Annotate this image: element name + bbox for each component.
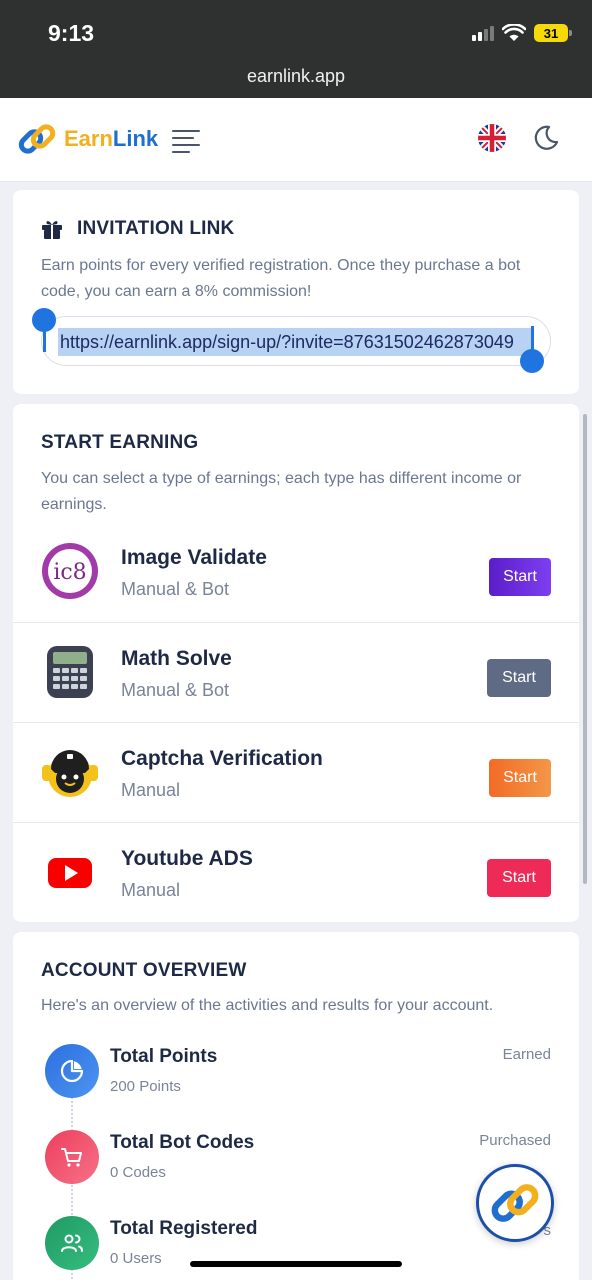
earning-description: You can select a type of earnings; each … (41, 470, 522, 513)
stat-unit: Users (122, 1250, 162, 1267)
start-earning-card: START EARNING You can select a type of e… (13, 404, 579, 922)
status-icons: 31 (472, 24, 572, 42)
earning-item-mode: Manual (121, 880, 181, 900)
stat-value: 0 Codes (110, 1164, 166, 1181)
logo[interactable]: EarnLink (16, 118, 158, 160)
floating-chain-link-button[interactable] (476, 1164, 554, 1242)
start-math-solve-button[interactable]: Start (487, 659, 551, 697)
stat-tag: Earned (502, 1046, 551, 1063)
earning-item-name: Image Validate (121, 546, 267, 569)
invitation-card: INVITATION LINK Earn points for every ve… (13, 190, 579, 394)
invitation-link-value: https://earnlink.app/sign-up/?invite=876… (60, 332, 514, 352)
selection-end-handle[interactable] (520, 349, 544, 373)
stat-name: Total Registered (110, 1218, 258, 1239)
stat-number: 200 (110, 1078, 136, 1095)
gift-icon (42, 221, 62, 239)
invitation-title-row: INVITATION LINK (41, 218, 234, 240)
uk-flag-icon[interactable] (478, 124, 506, 152)
logo-text: EarnLink (64, 126, 158, 152)
earning-item-name: Youtube ADS (121, 847, 253, 870)
earning-item-name: Captcha Verification (121, 747, 323, 770)
earning-item-math-solve: Math Solve Manual & Bot Start (13, 622, 579, 722)
robot-icon (41, 743, 99, 801)
battery-icon: 31 (534, 24, 572, 42)
wifi-icon (502, 24, 526, 41)
logo-earn: Earn (64, 126, 113, 151)
selection-start-handle[interactable] (32, 308, 56, 332)
earning-item-name: Math Solve (121, 647, 232, 670)
start-youtube-ads-button[interactable]: Start (487, 859, 551, 897)
signal-icon (472, 25, 494, 41)
stat-value: 0 Users (110, 1250, 162, 1267)
page-scrollbar[interactable] (583, 414, 587, 884)
hamburger-icon[interactable] (172, 130, 200, 158)
pie-chart-icon (45, 1044, 99, 1098)
overview-description: Here's an overview of the activities and… (41, 997, 494, 1014)
start-captcha-verification-button[interactable]: Start (489, 759, 551, 797)
address-bar[interactable]: earnlink.app (0, 66, 592, 87)
stat-number: 0 (110, 1164, 119, 1181)
home-indicator[interactable] (190, 1261, 402, 1267)
stat-unit: Codes (122, 1164, 166, 1181)
overview-title: ACCOUNT OVERVIEW (41, 960, 247, 981)
invitation-description: Earn points for every verified registrat… (41, 257, 521, 300)
invitation-title: INVITATION LINK (77, 218, 235, 239)
stat-total-points: Total Points 200 Points Earned (13, 1044, 579, 1124)
stat-value: 200 Points (110, 1078, 181, 1095)
cart-icon (45, 1130, 99, 1184)
chain-link-icon (18, 124, 56, 154)
browser-top-bar: 9:13 31 earnlink.app (0, 0, 592, 98)
ic8-icon: ic8 (41, 542, 99, 600)
chain-link-icon (491, 1184, 539, 1222)
earning-item-mode: Manual & Bot (121, 680, 230, 700)
stat-name: Total Bot Codes (110, 1132, 255, 1153)
calculator-icon (41, 643, 99, 701)
earning-item-captcha-verification: Captcha Verification Manual Start (13, 722, 579, 822)
logo-link: Link (112, 126, 159, 151)
earning-item-mode: Manual (121, 780, 181, 800)
earning-item-youtube-ads: Youtube ADS Manual Start (13, 822, 579, 922)
invitation-link-text[interactable]: https://earnlink.app/sign-up/?invite=876… (58, 328, 534, 356)
earning-title: START EARNING (41, 432, 199, 453)
stat-name: Total Points (110, 1046, 218, 1067)
svg-text:ic8: ic8 (53, 560, 86, 585)
earning-item-mode: Manual & Bot (121, 579, 230, 599)
moon-icon[interactable] (532, 124, 560, 152)
stat-unit: Points (139, 1078, 181, 1095)
invitation-link-field[interactable]: https://earnlink.app/sign-up/?invite=876… (41, 316, 551, 366)
start-image-validate-button[interactable]: Start (489, 558, 551, 596)
youtube-icon (41, 843, 99, 901)
stat-number: 0 (110, 1250, 119, 1267)
users-icon (45, 1216, 99, 1270)
earning-item-image-validate: ic8 Image Validate Manual & Bot Start (13, 522, 579, 622)
status-time: 9:13 (48, 20, 95, 46)
stat-tag: Purchased (479, 1132, 551, 1149)
